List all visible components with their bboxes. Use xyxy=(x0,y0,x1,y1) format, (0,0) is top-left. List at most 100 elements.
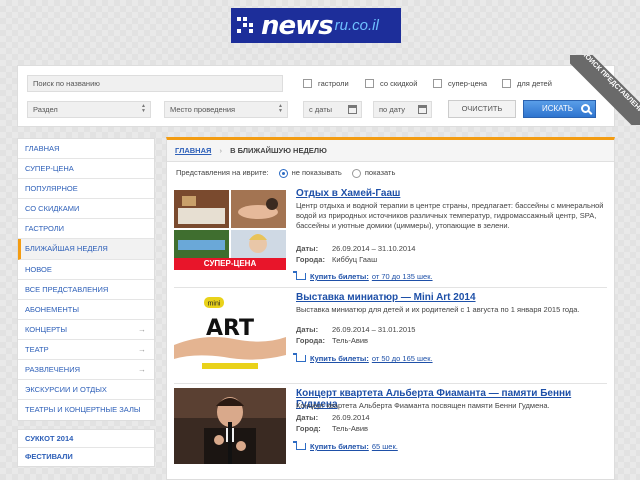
search-panel: Поиск по названию гастроли со скидкой су… xyxy=(17,65,615,127)
radio-show-hebrew[interactable]: показать xyxy=(351,162,395,184)
super-price-badge: СУПЕР-ЦЕНА xyxy=(174,258,286,270)
checkbox-box[interactable] xyxy=(365,79,374,88)
hebrew-filter: Представления на иврите: не показывать п… xyxy=(167,162,614,184)
sidebar-item-concerts[interactable]: КОНЦЕРТЫ → xyxy=(18,320,154,340)
calendar-icon[interactable] xyxy=(348,105,357,114)
event-city-value: Тель-Авив xyxy=(332,336,369,345)
event-dates: Даты: 26.09.2014 – 31.10.2014 xyxy=(296,244,415,253)
venue-select-value: Место проведения xyxy=(170,105,236,114)
from-date-placeholder: с даты xyxy=(309,105,333,114)
logo-word: news xyxy=(261,10,334,41)
section-select-value: Раздел xyxy=(33,105,58,114)
select-arrows-icon: ▲ ▼ xyxy=(141,103,146,114)
checkbox-label: со скидкой xyxy=(380,79,418,88)
buy-tickets-price: от 70 до 135 шек. xyxy=(371,272,433,281)
event-dates-label: Даты: xyxy=(296,244,319,253)
cart-icon xyxy=(293,441,306,450)
buy-tickets-label: Купить билеты: xyxy=(310,354,369,363)
radio-label: не показывать xyxy=(291,168,342,177)
event-title-link[interactable]: Выставка миниатюр — Mini Art 2014 xyxy=(296,292,476,303)
event-description: Выставка миниатюр для детей и их родител… xyxy=(296,305,580,314)
checkbox-super-price[interactable]: супер-цена xyxy=(433,79,487,88)
sidebar: ГЛАВНАЯ СУПЕР-ЦЕНА ПОПУЛЯРНОЕ СО СКИДКАМ… xyxy=(17,138,155,468)
event-item: СУПЕР-ЦЕНА Отдых в Хамей-Гааш Центр отды… xyxy=(174,184,607,288)
to-date-input[interactable]: по дату xyxy=(373,101,432,118)
logo-domain: ru.co.il xyxy=(334,17,379,34)
event-thumbnail[interactable]: СУПЕР-ЦЕНА xyxy=(174,190,286,270)
checkbox-box[interactable] xyxy=(502,79,511,88)
sidebar-item-festivals[interactable]: ФЕСТИВАЛИ xyxy=(18,448,154,466)
search-ribbon-label: ПОИСК ПРЕДСТАВЛЕНИЯ xyxy=(570,55,640,125)
clear-button[interactable]: ОЧИСТИТЬ xyxy=(448,100,516,118)
checkbox-box[interactable] xyxy=(433,79,442,88)
main-content: ГЛАВНАЯ › В БЛИЖАЙШУЮ НЕДЕЛЮ Представлен… xyxy=(166,137,615,480)
calendar-icon[interactable] xyxy=(418,105,427,114)
sidebar-item-venues[interactable]: ТЕАТРЫ И КОНЦЕРТНЫЕ ЗАЛЫ xyxy=(18,400,154,420)
sidebar-item-home[interactable]: ГЛАВНАЯ xyxy=(18,139,154,160)
checkbox-discount[interactable]: со скидкой xyxy=(365,79,417,88)
event-item: Концерт квартета Альберта Фиаманта — пам… xyxy=(174,384,607,474)
checkbox-tours[interactable]: гастроли xyxy=(303,79,349,88)
thumb-mini-text: mini xyxy=(208,301,221,308)
event-city: Города: Киббуц Гааш xyxy=(296,255,377,264)
breadcrumb-home-link[interactable]: ГЛАВНАЯ xyxy=(175,146,211,155)
cart-icon xyxy=(293,271,306,280)
event-title-link[interactable]: Отдых в Хамей-Гааш xyxy=(296,188,400,199)
sidebar-item-theatre[interactable]: ТЕАТР → xyxy=(18,340,154,361)
search-input-placeholder: Поиск по названию xyxy=(33,79,100,88)
event-city-label: Города: xyxy=(296,336,325,345)
sidebar-item-label: КОНЦЕРТЫ xyxy=(25,324,67,334)
event-description: Центр отдыха и водной терапии в центре с… xyxy=(296,201,604,230)
sidebar-item-excursions[interactable]: ЭКСКУРСИИ И ОТДЫХ xyxy=(18,380,154,401)
buy-tickets-label: Купить билеты: xyxy=(310,272,369,281)
sidebar-item-subscriptions[interactable]: АБОНЕМЕНТЫ xyxy=(18,300,154,320)
sidebar-item-popular[interactable]: ПОПУЛЯРНОЕ xyxy=(18,179,154,200)
sidebar-item-new[interactable]: НОВОЕ xyxy=(18,260,154,280)
event-thumbnail[interactable]: mini ART xyxy=(174,293,286,373)
sidebar-item-next-week[interactable]: БЛИЖАЙШАЯ НЕДЕЛЯ xyxy=(18,239,154,260)
sidebar-nav: ГЛАВНАЯ СУПЕР-ЦЕНА ПОПУЛЯРНОЕ СО СКИДКАМ… xyxy=(17,138,155,422)
sidebar-item-label: РАЗВЛЕЧЕНИЯ xyxy=(25,365,81,375)
from-date-input[interactable]: с даты xyxy=(303,101,362,118)
select-arrows-icon: ▲ ▼ xyxy=(278,103,283,114)
mini-art-photo: mini ART xyxy=(174,293,286,373)
sidebar-item-entertainment[interactable]: РАЗВЛЕЧЕНИЯ → xyxy=(18,360,154,381)
venue-select[interactable]: Место проведения ▲ ▼ xyxy=(164,101,288,118)
arrow-right-icon: → xyxy=(138,344,146,354)
sidebar-item-super-price[interactable]: СУПЕР-ЦЕНА xyxy=(18,159,154,180)
arrow-right-icon: → xyxy=(138,324,146,334)
site-logo[interactable]: news ru.co.il xyxy=(231,8,401,43)
sidebar-item-tours[interactable]: ГАСТРОЛИ xyxy=(18,219,154,240)
section-select[interactable]: Раздел ▲ ▼ xyxy=(27,101,151,118)
event-city-label: Города: xyxy=(296,255,325,264)
breadcrumb-current: В БЛИЖАЙШУЮ НЕДЕЛЮ xyxy=(230,146,327,155)
event-dates: Даты: 26.09.2014 – 31.01.2015 xyxy=(296,325,415,334)
event-thumbnail[interactable] xyxy=(174,388,286,464)
cart-icon xyxy=(293,353,306,362)
event-description: Концерт квартета Альберта Фиаманта посвя… xyxy=(296,401,550,410)
buy-tickets-link[interactable]: Купить билеты: 65 шек. xyxy=(293,441,398,451)
checkbox-kids[interactable]: для детей xyxy=(502,79,552,88)
sidebar-item-all-shows[interactable]: ВСЕ ПРЕДСТАВЛЕНИЯ xyxy=(18,280,154,300)
radio-dot[interactable] xyxy=(351,168,361,178)
event-city-value: Киббуц Гааш xyxy=(332,255,378,264)
sidebar-item-sukkot[interactable]: СУККОТ 2014 xyxy=(18,430,154,449)
sidebar-item-discounts[interactable]: СО СКИДКАМИ xyxy=(18,199,154,220)
buy-tickets-link[interactable]: Купить билеты: от 70 до 135 шек. xyxy=(293,271,433,281)
checkbox-box[interactable] xyxy=(303,79,312,88)
thumb-art-text: ART xyxy=(206,316,254,341)
search-ribbon: ПОИСК ПРЕДСТАВЛЕНИЯ xyxy=(570,55,640,125)
checkbox-label: гастроли xyxy=(318,79,349,88)
radio-dot[interactable] xyxy=(278,168,288,178)
event-dates-label: Даты: xyxy=(296,413,319,422)
buy-tickets-label: Купить билеты: xyxy=(310,442,369,451)
event-item: mini ART Выставка миниатюр — Mini Art 20… xyxy=(174,288,607,384)
search-input[interactable]: Поиск по названию xyxy=(27,75,283,92)
event-dates-value: 26.09.2014 xyxy=(332,413,370,422)
buy-tickets-price: 65 шек. xyxy=(371,442,398,451)
arrow-right-icon: → xyxy=(138,365,146,375)
breadcrumb-separator: › xyxy=(219,146,222,155)
buy-tickets-link[interactable]: Купить билеты: от 50 до 165 шек. xyxy=(293,353,433,363)
event-city-label: Город: xyxy=(296,424,321,433)
radio-hide-hebrew[interactable]: не показывать xyxy=(278,162,342,184)
